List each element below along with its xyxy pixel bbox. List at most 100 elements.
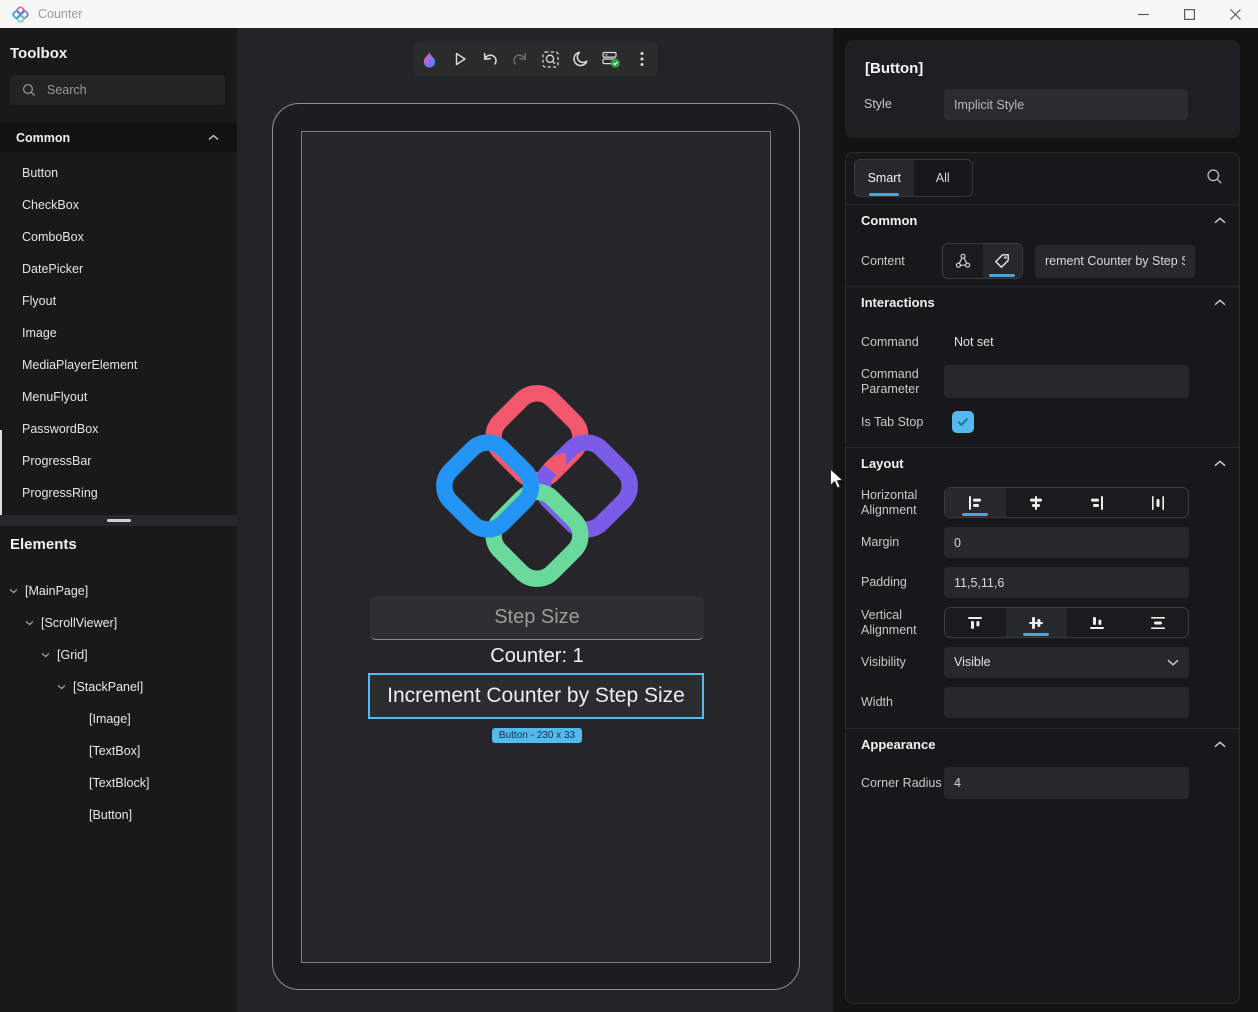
is-tab-stop-checkbox[interactable] [952,411,974,433]
style-input[interactable] [944,89,1188,120]
chevron-down-icon[interactable] [9,588,18,594]
margin-label: Margin [861,535,900,549]
padding-input[interactable] [944,567,1189,598]
toolbox-item-menuflyout[interactable]: MenuFlyout [0,381,237,413]
is-tab-stop-label: Is Tab Stop [861,414,924,429]
toolbox-item-flyout[interactable]: Flyout [0,285,237,317]
tree-item-stackpanel[interactable]: [StackPanel] [0,671,237,703]
command-parameter-input[interactable] [944,365,1189,398]
search-properties-icon[interactable] [1206,168,1223,185]
halign-stretch-button[interactable] [1127,488,1188,517]
toolbox-search[interactable] [10,75,225,105]
chevron-up-icon[interactable] [1214,299,1226,306]
moon-icon [573,51,588,67]
theme-toggle-button[interactable] [567,45,595,73]
section-title: Appearance [861,737,936,752]
command-parameter-label: Command Parameter [861,366,920,396]
tree-item-mainpage[interactable]: [MainPage] [0,575,237,607]
toolbox-item-passwordbox[interactable]: PasswordBox [0,413,237,445]
content-input[interactable] [1035,244,1195,278]
validation-status-button[interactable] [597,45,625,73]
tree-item-grid[interactable]: [Grid] [0,639,237,671]
app-window: { "window": { "title": "Counter" }, "too… [0,0,1258,1012]
corner-radius-input[interactable] [944,767,1189,799]
tree-item-textbox[interactable]: [TextBox] [0,735,237,767]
chevron-down-icon[interactable] [25,620,34,626]
halign-right-button[interactable] [1067,488,1128,517]
toolbox-item-progressbar[interactable]: ProgressBar [0,445,237,477]
toolbox-section-common[interactable]: Common [0,123,237,152]
tree-item-scrollviewer[interactable]: [ScrollViewer] [0,607,237,639]
uno-logo-image[interactable] [428,377,646,595]
halign-left-button[interactable] [945,488,1006,517]
toolbox-scrollbar-thumb[interactable] [0,430,2,518]
toolbox-item-button[interactable]: Button [0,157,237,189]
selected-element-card: [Button] Style [845,40,1240,138]
design-canvas[interactable]: Step Size Counter: 1 Increment Counter b… [237,28,833,1012]
valign-stretch-button[interactable] [1127,608,1188,637]
command-value[interactable]: Not set [944,335,1189,349]
toolbox-item-datepicker[interactable]: DatePicker [0,253,237,285]
active-tab-indicator [869,193,900,196]
section-common-header[interactable]: Common [861,205,1226,236]
toolbox-item-image[interactable]: Image [0,317,237,349]
chevron-down-icon[interactable] [57,684,66,690]
increment-button[interactable]: Increment Counter by Step Size [368,673,704,719]
binding-mode-button[interactable] [943,244,983,278]
content-row: Content [861,243,1227,279]
toolbox-item-progressring[interactable]: ProgressRing [0,477,237,509]
tree-item-button[interactable]: [Button] [0,799,237,831]
tab-smart[interactable]: Smart [855,160,914,196]
panel-splitter[interactable] [0,515,237,526]
tree-item-textblock[interactable]: [TextBlock] [0,767,237,799]
device-screen[interactable]: Step Size Counter: 1 Increment Counter b… [301,131,771,963]
more-options-button[interactable] [628,45,656,73]
section-appearance-header[interactable]: Appearance [861,729,1226,760]
app-logo-icon [12,5,29,23]
halign-center-button[interactable] [1006,488,1067,517]
toolbox-item-mediaplayerelement[interactable]: MediaPlayerElement [0,349,237,381]
close-button[interactable] [1212,0,1258,28]
maximize-button[interactable] [1166,0,1212,28]
visibility-select[interactable]: Visible [944,646,1189,678]
toolbox-item-combobox[interactable]: ComboBox [0,221,237,253]
redo-button[interactable] [506,45,534,73]
width-row: Width [861,687,1227,718]
chevron-up-icon[interactable] [1214,217,1226,224]
zoom-to-fit-button[interactable] [537,45,565,73]
window-controls [1120,0,1258,28]
hot-reload-flame-button[interactable] [415,45,443,73]
literal-mode-button[interactable] [982,244,1022,278]
margin-input[interactable] [944,527,1189,558]
tree-item-image[interactable]: [Image] [0,703,237,735]
valign-top-button[interactable] [945,608,1006,637]
selected-element-title: [Button] [865,60,924,77]
search-input[interactable] [45,82,209,98]
minimize-button[interactable] [1120,0,1166,28]
horizontal-alignment-label: Horizontal Alignment [861,487,918,517]
section-layout-header[interactable]: Layout [861,448,1226,479]
chevron-down-icon[interactable] [41,652,50,658]
toolbox-section-label: Common [16,130,71,145]
window-title: Counter [38,7,83,21]
undo-button[interactable] [476,45,504,73]
splitter-handle-icon [106,519,131,522]
valign-bottom-button[interactable] [1067,608,1128,637]
width-input[interactable] [944,687,1189,718]
section-interactions-header[interactable]: Interactions [861,287,1226,318]
tree-item-label: [ScrollViewer] [41,616,118,630]
tab-all[interactable]: All [914,160,973,196]
counter-textblock[interactable]: Counter: 1 [302,645,772,668]
valign-center-button[interactable] [1005,608,1067,637]
chevron-up-icon[interactable] [1214,741,1226,748]
play-button[interactable] [446,45,474,73]
step-size-textbox[interactable]: Step Size [370,596,704,640]
left-sidebar: Toolbox Common Button CheckBox ComboBox … [0,28,237,1012]
toolbox-item-checkbox[interactable]: CheckBox [0,189,237,221]
kebab-menu-icon [640,52,644,66]
chevron-up-icon[interactable] [1214,460,1226,467]
section-title: Interactions [861,295,935,310]
active-segment-indicator [1023,633,1050,636]
chevron-up-icon[interactable] [208,134,219,141]
property-tabs: Smart All [854,159,973,197]
